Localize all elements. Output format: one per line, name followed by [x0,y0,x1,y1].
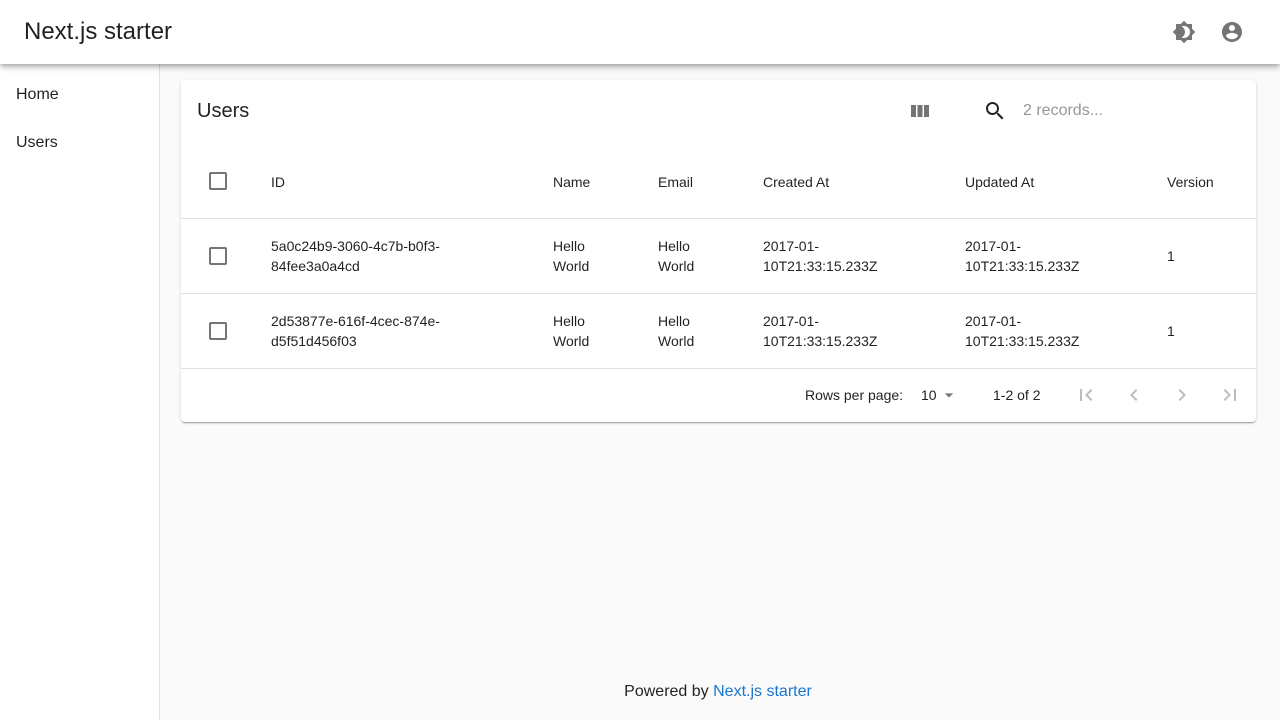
column-header-version[interactable]: Version [1167,172,1214,192]
header-divider [181,218,1256,219]
cell-version: 1 [1167,323,1175,339]
cell-id: 2d53877e-616f-4cec-874e- d5f51d456f03 [271,313,440,349]
row-checkbox[interactable] [209,322,227,340]
theme-toggle-button[interactable] [1168,16,1200,48]
column-header-updated-at[interactable]: Updated At [965,172,1034,192]
last-page-button[interactable] [1214,379,1246,411]
view-column-icon [911,105,929,117]
users-table-card: Users ID Name Email Created At Updated A… [181,80,1256,422]
previous-page-button[interactable] [1118,379,1150,411]
footer-prefix: Powered by [624,683,709,700]
account-button[interactable] [1216,16,1248,48]
cell-id: 5a0c24b9-3060-4c7b-b0f3- 84fee3a0a4cd [271,238,440,274]
row-divider [181,368,1256,369]
table-title: Users [197,100,250,122]
first-page-button[interactable] [1070,379,1102,411]
rows-per-page-select[interactable]: 10 [921,385,959,405]
search-icon [986,102,1004,120]
cell-name: Hello World [553,313,590,349]
dropdown-arrow-icon [944,393,953,398]
cell-created-at: 2017-01- 10T21:33:15.233Z [763,313,878,349]
rows-per-page-value: 10 [921,387,937,403]
column-header-email[interactable]: Email [658,172,693,192]
account-circle-icon [1222,22,1242,42]
chevron-right-icon [1178,389,1186,401]
footer: Powered by Next.js starter [160,682,1276,702]
pagination-range: 1-2 of 2 [993,387,1041,403]
next-page-button[interactable] [1166,379,1198,411]
cell-name: Hello World [553,238,590,274]
sidebar: Home Users [0,64,160,720]
app-title: Next.js starter [24,18,173,45]
search-button[interactable] [979,95,1011,127]
cell-created-at: 2017-01- 10T21:33:15.233Z [763,238,878,274]
last-page-icon [1223,389,1236,401]
chevron-left-icon [1130,389,1138,401]
first-page-icon [1080,389,1093,401]
column-header-name[interactable]: Name [553,172,590,192]
app-bar: Next.js starter [0,0,1280,64]
column-header-created-at[interactable]: Created At [763,172,829,192]
row-checkbox[interactable] [209,247,227,265]
select-all-checkbox[interactable] [209,172,227,190]
sidebar-item-home[interactable]: Home [0,71,159,119]
cell-updated-at: 2017-01- 10T21:33:15.233Z [965,238,1080,274]
cell-email: Hello World [658,238,695,274]
rows-per-page-label: Rows per page: [805,387,904,403]
cell-updated-at: 2017-01- 10T21:33:15.233Z [965,313,1080,349]
search-input[interactable] [1023,99,1223,123]
footer-link[interactable]: Next.js starter [713,683,812,700]
brightness-icon [1172,20,1196,44]
view-columns-button[interactable] [904,95,936,127]
row-divider [181,293,1256,294]
column-header-id[interactable]: ID [271,172,285,192]
sidebar-item-users[interactable]: Users [0,119,159,167]
cell-email: Hello World [658,313,695,349]
cell-version: 1 [1167,248,1175,264]
